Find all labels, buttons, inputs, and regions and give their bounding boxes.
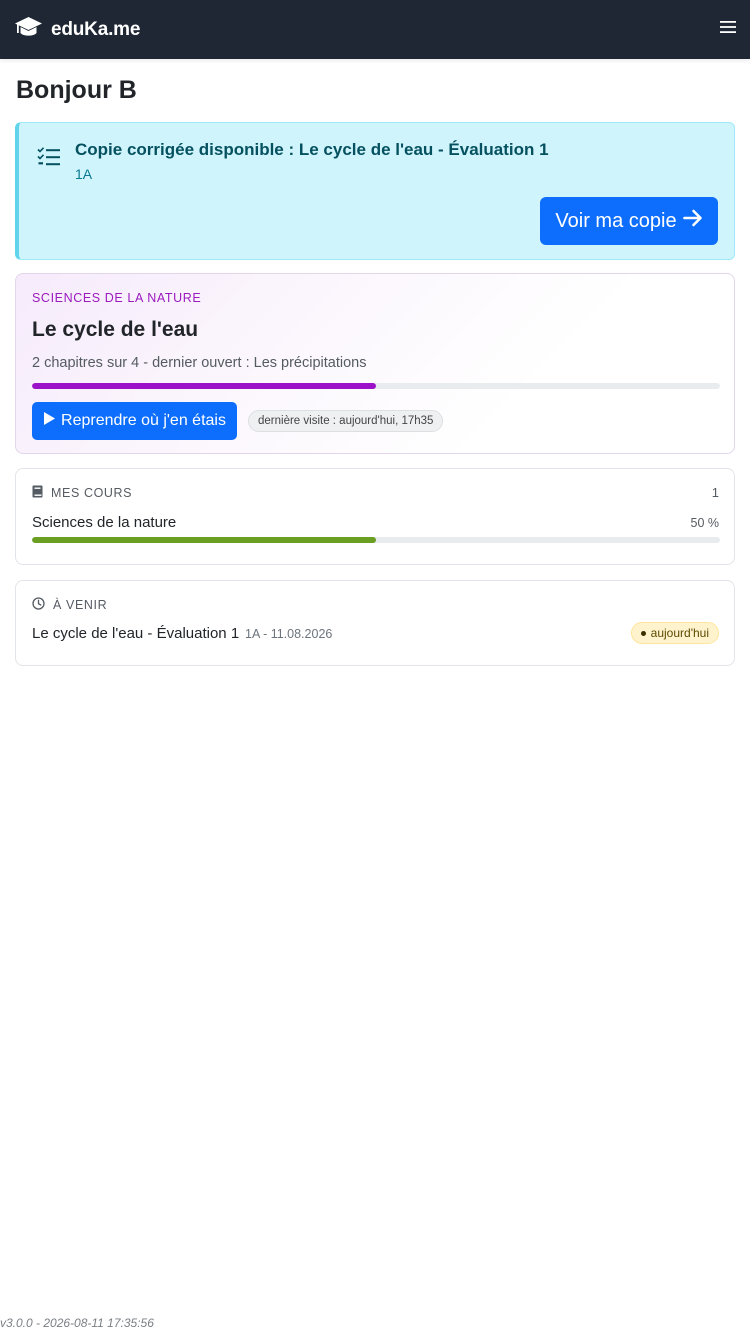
arrow-right-icon: [682, 209, 703, 233]
brand-name: eduKa.me: [51, 18, 141, 40]
course-percent: 50 %: [690, 516, 720, 530]
graduation-cap-icon: [14, 16, 43, 43]
view-copy-button[interactable]: Voir ma copie: [540, 197, 718, 245]
course-name[interactable]: Sciences de la nature: [32, 514, 176, 531]
last-visit-badge: dernière visite : aujourd'hui, 17h35: [248, 410, 444, 432]
view-copy-label: Voir ma copie: [555, 209, 677, 232]
my-courses-heading: MES COURS: [51, 486, 133, 500]
alert-title: Copie corrigée disponible : Le cycle de …: [75, 140, 549, 159]
brand-link[interactable]: eduKa.me: [14, 16, 140, 43]
today-badge: aujourd'hui: [630, 622, 719, 644]
course-row-progress-fill: [32, 537, 376, 543]
resume-course-card: SCIENCES DE LA NATURE Le cycle de l'eau …: [15, 273, 735, 454]
my-courses-header: MES COURS: [32, 485, 132, 501]
my-courses-card: MES COURS 1 Sciences de la nature 50 %: [15, 468, 735, 565]
upcoming-item-title[interactable]: Le cycle de l'eau - Évaluation 1: [32, 625, 239, 642]
alert-class: 1A: [75, 166, 93, 182]
upcoming-item-meta: 1A - 11.08.2026: [245, 627, 333, 641]
dot-icon: [640, 630, 646, 636]
play-icon: [43, 411, 56, 431]
clock-icon: [32, 597, 45, 613]
hamburger-icon: [720, 20, 736, 39]
top-navbar: eduKa.me: [0, 0, 750, 59]
menu-toggle-button[interactable]: [706, 15, 736, 45]
course-row-progress-bar: [32, 537, 720, 543]
today-badge-label: aujourd'hui: [650, 626, 709, 640]
course-progress-fill: [32, 383, 376, 389]
upcoming-header: À VENIR: [32, 597, 107, 613]
version-footer: v3.0.0 - 2026-08-11 17:35:56: [0, 1316, 154, 1330]
book-icon: [32, 485, 43, 501]
resume-button[interactable]: Reprendre où j'en étais: [32, 402, 237, 440]
course-title: Le cycle de l'eau: [32, 318, 199, 341]
page-title: Bonjour B: [16, 76, 137, 104]
upcoming-heading: À VENIR: [53, 598, 108, 612]
corrected-copy-alert: Copie corrigée disponible : Le cycle de …: [15, 122, 735, 260]
resume-label: Reprendre où j'en étais: [61, 412, 226, 429]
course-progress-bar: [32, 383, 720, 389]
checklist-icon: [37, 147, 61, 172]
upcoming-card: À VENIR Le cycle de l'eau - Évaluation 1…: [15, 580, 735, 666]
course-progress-text: 2 chapitres sur 4 - dernier ouvert : Les…: [32, 355, 367, 371]
courses-count: 1: [711, 485, 719, 500]
course-subject: SCIENCES DE LA NATURE: [32, 291, 202, 305]
